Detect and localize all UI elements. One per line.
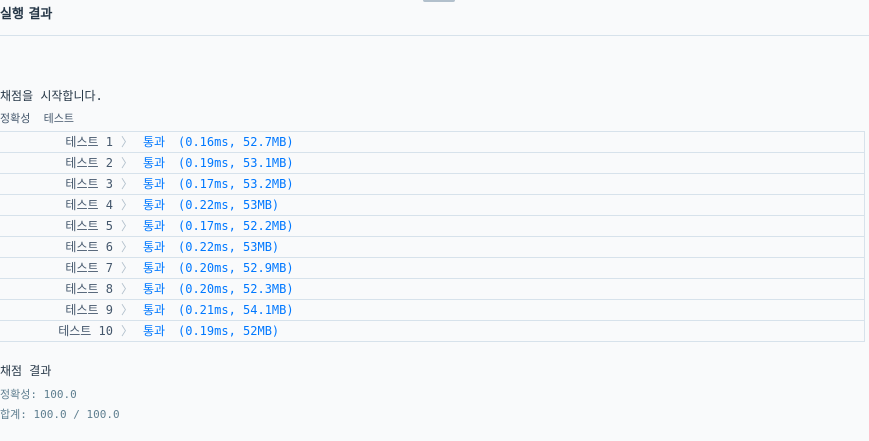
test-name: 테스트 4 [65, 198, 113, 212]
chevron-right-icon: 〉 [121, 156, 134, 170]
accuracy-score: 정확성: 100.0 [0, 388, 77, 401]
test-name: 테스트 2 [65, 156, 113, 170]
chevron-right-icon: 〉 [121, 282, 134, 296]
test-name: 테스트 1 [65, 135, 113, 149]
test-row: 테스트 9 〉 통과 (0.21ms, 54.1MB) [0, 300, 864, 321]
test-result: 통과 [143, 219, 166, 233]
test-name: 테스트 3 [65, 177, 113, 191]
test-name: 테스트 9 [65, 303, 113, 317]
test-stats: (0.21ms, 54.1MB) [178, 303, 294, 317]
start-message: 채점을 시작합니다. [0, 89, 103, 103]
total-score: 합계: 100.0 / 100.0 [0, 408, 120, 421]
test-name: 테스트 6 [65, 240, 113, 254]
test-stats: (0.19ms, 53.1MB) [178, 156, 294, 170]
test-name: 테스트 10 [58, 324, 113, 338]
test-result: 통과 [143, 240, 166, 254]
chevron-right-icon: 〉 [121, 219, 134, 233]
test-results-table: 테스트 1 〉 통과 (0.16ms, 52.7MB) 테스트 2 〉 통과 (… [0, 131, 865, 342]
test-stats: (0.22ms, 53MB) [178, 240, 280, 254]
chevron-right-icon: 〉 [121, 303, 134, 317]
test-stats: (0.17ms, 52.2MB) [178, 219, 294, 233]
test-result: 통과 [143, 198, 166, 212]
chevron-right-icon: 〉 [121, 135, 134, 149]
test-row: 테스트 8 〉 통과 (0.20ms, 52.3MB) [0, 279, 864, 300]
test-stats: (0.17ms, 53.2MB) [178, 177, 294, 191]
chevron-right-icon: 〉 [121, 198, 134, 212]
chevron-right-icon: 〉 [121, 240, 134, 254]
test-row: 테스트 5 〉 통과 (0.17ms, 52.2MB) [0, 216, 864, 237]
grading-result-title: 채점 결과 [0, 364, 52, 378]
test-result: 통과 [143, 177, 166, 191]
test-row: 테스트 4 〉 통과 (0.22ms, 53MB) [0, 195, 864, 216]
test-name: 테스트 8 [65, 282, 113, 296]
test-row: 테스트 1 〉 통과 (0.16ms, 52.7MB) [0, 132, 864, 153]
chevron-right-icon: 〉 [121, 324, 134, 338]
test-result: 통과 [143, 282, 166, 296]
test-row: 테스트 10 〉 통과 (0.19ms, 52MB) [0, 321, 864, 342]
test-result: 통과 [143, 324, 166, 338]
test-result: 통과 [143, 156, 166, 170]
result-header: 실행 결과 [0, 0, 869, 36]
test-stats: (0.20ms, 52.9MB) [178, 261, 294, 275]
test-row: 테스트 6 〉 통과 (0.22ms, 53MB) [0, 237, 864, 258]
test-row: 테스트 3 〉 통과 (0.17ms, 53.2MB) [0, 174, 864, 195]
test-name: 테스트 5 [65, 219, 113, 233]
test-stats: (0.20ms, 52.3MB) [178, 282, 294, 296]
chevron-right-icon: 〉 [121, 177, 134, 191]
test-row: 테스트 2 〉 통과 (0.19ms, 53.1MB) [0, 153, 864, 174]
test-name: 테스트 7 [65, 261, 113, 275]
test-stats: (0.19ms, 52MB) [178, 324, 280, 338]
accuracy-test-label: 정확성 테스트 [0, 112, 74, 125]
result-title: 실행 결과 [0, 7, 53, 22]
test-result: 통과 [143, 261, 166, 275]
test-result: 통과 [143, 303, 166, 317]
test-stats: (0.16ms, 52.7MB) [178, 135, 294, 149]
chevron-right-icon: 〉 [121, 261, 134, 275]
test-result: 통과 [143, 135, 166, 149]
test-stats: (0.22ms, 53MB) [178, 198, 280, 212]
test-row: 테스트 7 〉 통과 (0.20ms, 52.9MB) [0, 258, 864, 279]
